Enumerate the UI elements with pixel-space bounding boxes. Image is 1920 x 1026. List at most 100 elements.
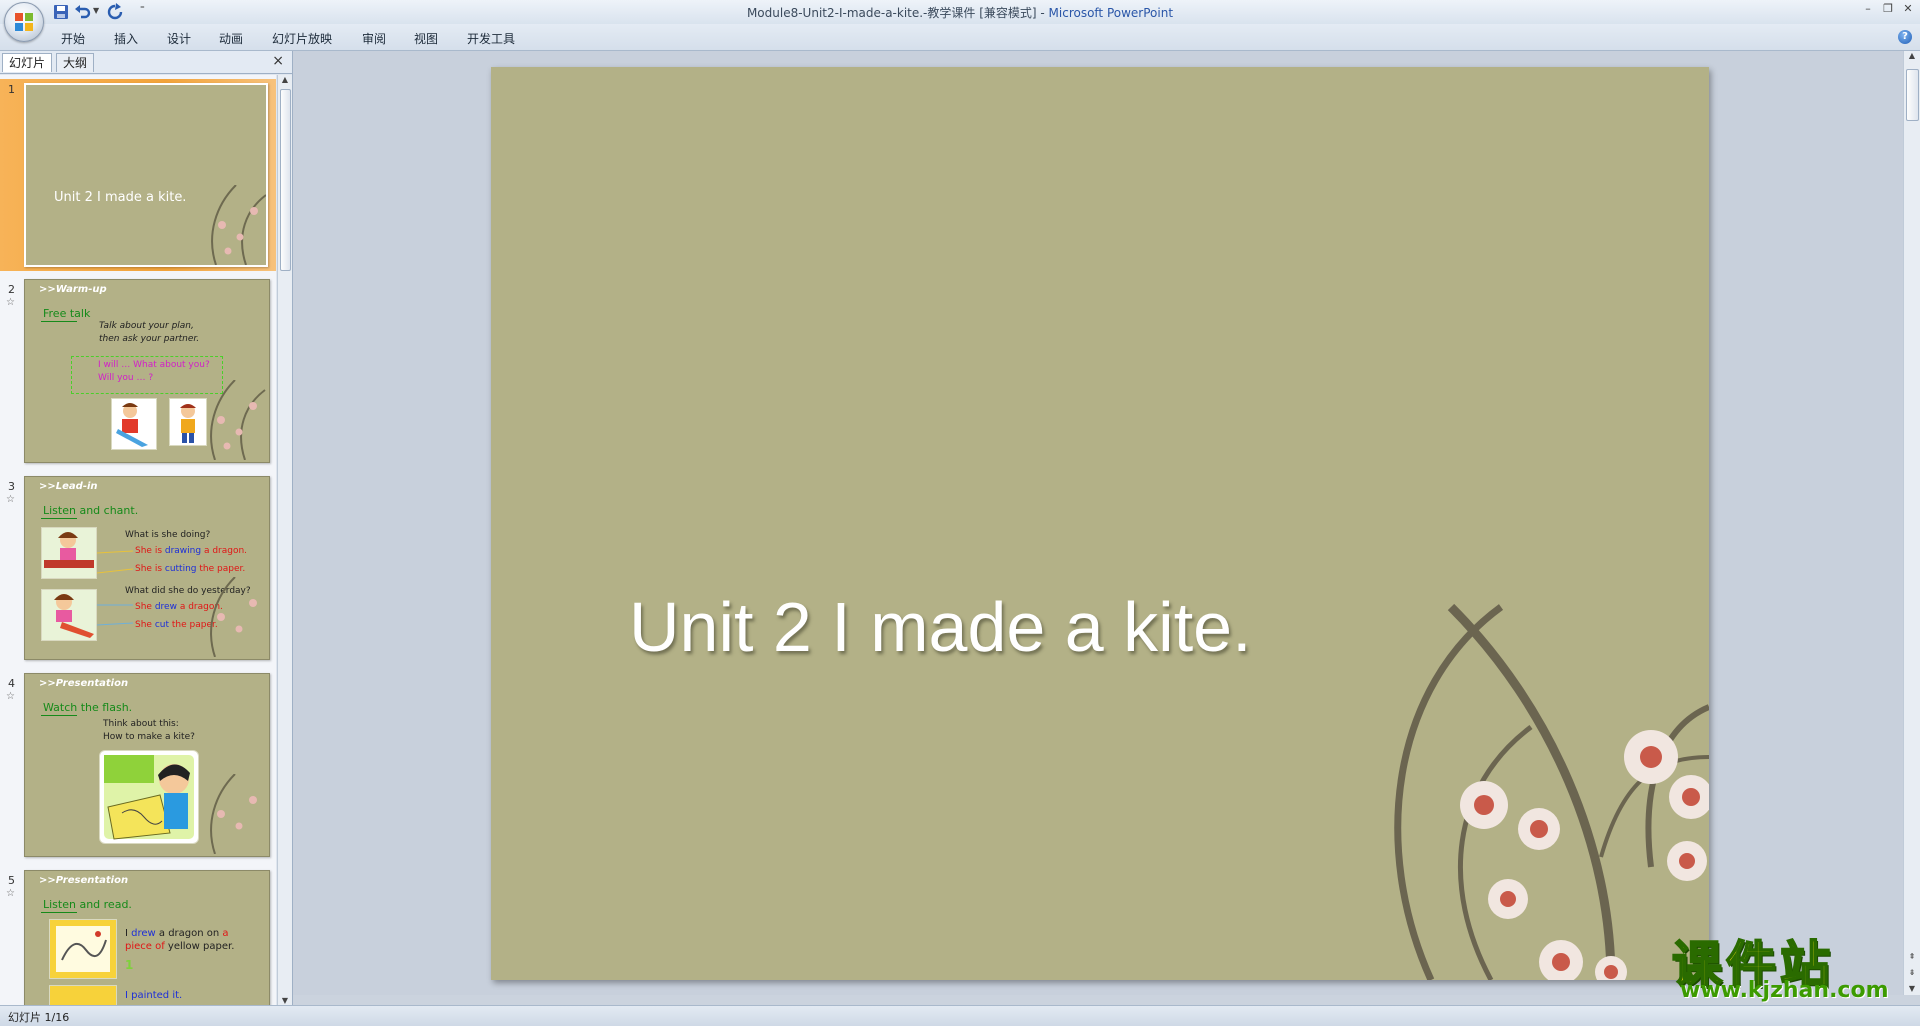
scroll-down-icon[interactable]: ▼ (1907, 984, 1917, 993)
tab-review[interactable]: 审阅 (362, 30, 386, 47)
slides-panel: 幻灯片 大纲 × 1 Unit 2 I made a kite. 2 ☆ >>W… (0, 51, 293, 1005)
scroll-up-icon[interactable]: ▲ (280, 75, 290, 84)
minimize-icon[interactable]: – (1858, 2, 1878, 18)
thumbnail-scrollbar[interactable]: ▲ ▼ (277, 75, 292, 1005)
tab-developer[interactable]: 开发工具 (467, 30, 515, 47)
scroll-up-icon[interactable]: ▲ (1907, 51, 1917, 60)
slide-number: 3 (8, 480, 15, 493)
floral-decoration-icon (210, 774, 257, 854)
floral-decoration-icon (210, 380, 266, 460)
boy-image (111, 398, 157, 450)
watermark-url: www.kjzhan.com (1680, 978, 1889, 1003)
panel-tabs: 幻灯片 大纲 × (0, 51, 292, 74)
boy-drawing-image (99, 750, 199, 844)
help-icon[interactable]: ? (1898, 30, 1912, 44)
slide-thumbnail-row[interactable]: 5 ☆ >>Presentation Listen and read. I dr… (0, 870, 276, 1005)
slide-thumbnail-row[interactable]: 2 ☆ >>Warm-up Free talk Talk about your … (0, 279, 276, 467)
slide-thumbnail-row[interactable]: 4 ☆ >>Presentation Watch the flash. Thin… (0, 673, 276, 861)
thumbnail-text: How to make a kite? (103, 732, 195, 742)
tab-slides[interactable]: 幻灯片 (2, 53, 53, 72)
thumbnail-section: >>Warm-up (39, 284, 107, 295)
sentence-line: I painted it. (125, 990, 183, 1001)
heading-underline (41, 518, 77, 519)
thumbnail-list: 1 Unit 2 I made a kite. 2 ☆ >>Warm-up Fr… (0, 75, 276, 1005)
girl-cutting-icon (54, 594, 94, 638)
thumbnail-text: then ask your partner. (99, 334, 200, 344)
heading-underline (41, 715, 77, 716)
document-title: Module8-Unit2-I-made-a-kite.-教学课件 [兼容模式]… (746, 6, 1049, 20)
boy-drawing-kite-icon (104, 755, 194, 840)
title-bar: ▼ ⁼ Module8-Unit2-I-made-a-kite.-教学课件 [兼… (0, 0, 1920, 42)
slide-thumbnail-row[interactable]: 1 Unit 2 I made a kite. (0, 79, 276, 271)
painted-kite-image (49, 985, 117, 1005)
heading-underline (41, 321, 77, 322)
scrollbar-thumb[interactable] (1906, 69, 1919, 121)
restore-icon[interactable]: ❐ (1878, 2, 1898, 18)
heading-underline (41, 912, 77, 913)
slide-number: 4 (8, 677, 15, 690)
kite-drawing-image (49, 919, 117, 979)
child-icon (180, 404, 196, 443)
previous-slide-icon[interactable]: ⇞ (1907, 952, 1917, 961)
scroll-down-icon[interactable]: ▼ (280, 996, 290, 1005)
slide-title[interactable]: Unit 2 I made a kite. (629, 587, 1252, 667)
tab-slideshow[interactable]: 幻灯片放映 (272, 30, 332, 47)
animation-star-icon: ☆ (6, 888, 15, 899)
animation-star-icon: ☆ (6, 691, 15, 702)
tab-home[interactable]: 开始 (61, 30, 85, 47)
thumbnail-heading: Free talk (43, 307, 91, 320)
question-text: What is she doing? (125, 530, 211, 540)
application-name: Microsoft PowerPoint (1048, 6, 1174, 20)
sentence-line: piece of yellow paper. (125, 941, 235, 952)
tab-animation[interactable]: 动画 (219, 30, 243, 47)
dragon-drawing-icon (56, 926, 110, 972)
animation-star-icon: ☆ (6, 297, 15, 308)
floral-branch-icon (1394, 603, 1709, 980)
thumbnail-heading: Watch the flash. (43, 701, 133, 714)
next-slide-icon[interactable]: ⇟ (1907, 968, 1917, 977)
tab-insert[interactable]: 插入 (114, 30, 138, 47)
girl-drawing-image (41, 527, 97, 579)
slide-thumbnail-3[interactable]: >>Lead-in Listen and chant. What is she … (24, 476, 270, 660)
office-button[interactable] (4, 2, 44, 42)
thumbnail-section: >>Lead-in (39, 481, 98, 492)
slide-number: 2 (8, 283, 15, 296)
close-panel-icon[interactable]: × (272, 53, 284, 69)
ribbon-tabs: 开始 插入 设计 动画 幻灯片放映 审阅 视图 开发工具 ? (0, 24, 1920, 51)
step-number: 1 (125, 958, 134, 972)
close-window-icon[interactable]: ✕ (1898, 2, 1918, 18)
slide-thumbnail-5[interactable]: >>Presentation Listen and read. I drew a… (24, 870, 270, 1005)
girl-image (169, 398, 207, 446)
tab-view[interactable]: 视图 (414, 30, 438, 47)
window-title: Module8-Unit2-I-made-a-kite.-教学课件 [兼容模式]… (0, 4, 1920, 21)
thumbnail-heading: Listen and chant. (43, 504, 139, 517)
dialogue-line: I will … What about you? (98, 360, 210, 370)
current-slide[interactable]: Unit 2 I made a kite. (491, 67, 1709, 980)
animation-star-icon: ☆ (6, 494, 15, 505)
thumbnail-title: Unit 2 I made a kite. (54, 190, 187, 205)
tab-design[interactable]: 设计 (167, 30, 191, 47)
slide-thumbnail-2[interactable]: >>Warm-up Free talk Talk about your plan… (24, 279, 270, 463)
scrollbar-thumb[interactable] (280, 89, 291, 271)
slide-editing-area: Unit 2 I made a kite. (293, 51, 1903, 995)
girl-drawing-icon (44, 532, 94, 568)
floral-decoration-icon (211, 185, 266, 265)
thumbnail-heading: Listen and read. (43, 898, 132, 911)
answer-line: She is cutting the paper. (135, 564, 246, 574)
status-bar: 幻灯片 1/16 (0, 1005, 1920, 1026)
answer-line: She is drawing a dragon. (135, 546, 248, 556)
slide-scrollbar[interactable]: ▲ ⇞ ⇟ ▼ (1903, 51, 1920, 995)
sentence-line: I drew a dragon on a (125, 928, 229, 939)
girl-cutting-image (41, 589, 97, 641)
tab-outline[interactable]: 大纲 (56, 53, 95, 72)
connector-lines (97, 550, 134, 626)
slide-thumbnail-4[interactable]: >>Presentation Watch the flash. Think ab… (24, 673, 270, 857)
floral-decoration-icon (210, 577, 257, 657)
dialogue-box: I will … What about you? Will you … ? (71, 356, 223, 394)
dialogue-line: Will you … ? (98, 373, 154, 383)
office-logo-icon (15, 13, 33, 31)
thumbnail-section: >>Presentation (39, 875, 129, 886)
thumbnail-section: >>Presentation (39, 678, 129, 689)
slide-thumbnail-1[interactable]: Unit 2 I made a kite. (24, 83, 268, 267)
slide-thumbnail-row[interactable]: 3 ☆ >>Lead-in Listen and chant. What is … (0, 476, 276, 664)
